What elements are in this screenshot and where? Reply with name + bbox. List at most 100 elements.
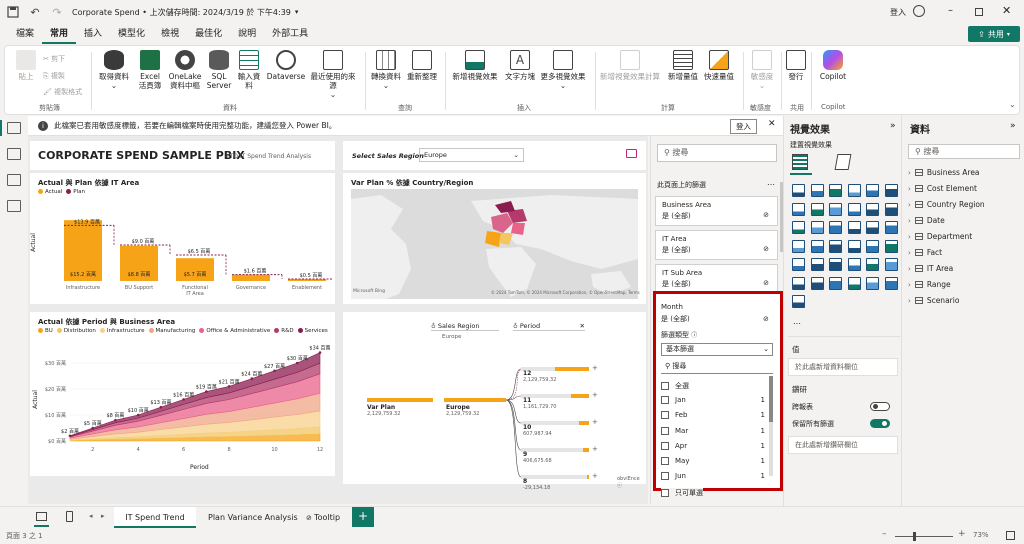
paginated-report-icon[interactable] bbox=[847, 276, 861, 290]
cross-report-toggle[interactable] bbox=[870, 402, 890, 411]
onelake-button[interactable]: OneLake 資料中樞 bbox=[167, 50, 203, 90]
map-icon[interactable] bbox=[884, 221, 898, 234]
save-icon[interactable] bbox=[4, 3, 22, 21]
excel-button[interactable]: Excel 活頁簿 bbox=[135, 50, 165, 90]
python-visual-icon[interactable] bbox=[866, 258, 879, 271]
add-page-button[interactable]: + bbox=[352, 507, 374, 527]
tab-it-spend-trend[interactable]: IT Spend Trend bbox=[114, 507, 196, 529]
total-point[interactable] bbox=[273, 369, 276, 373]
decomp-expand-icon[interactable]: + bbox=[592, 418, 598, 426]
smart-narrative-icon[interactable] bbox=[829, 276, 842, 290]
pie-chart-icon[interactable] bbox=[829, 221, 842, 234]
data-search-box[interactable]: ⚲ 搜尋 bbox=[908, 144, 1020, 159]
decomp-item-bar[interactable] bbox=[571, 394, 589, 398]
filled-map-icon[interactable] bbox=[792, 239, 805, 253]
month-filter-item[interactable]: May 1 bbox=[661, 457, 765, 465]
decomp-item-bar[interactable] bbox=[555, 367, 589, 371]
data-table-item[interactable]: › Fact bbox=[908, 248, 942, 257]
data-table-item[interactable]: › IT Area bbox=[908, 264, 953, 273]
new-visual-calc-button[interactable]: 新增視覺效果計算 bbox=[599, 50, 661, 81]
zoom-slider-thumb[interactable] bbox=[913, 532, 916, 541]
recent-sources-button[interactable]: 最近使用的來源 ⌄ bbox=[307, 50, 359, 99]
filter-card-it-sub-area[interactable]: IT Sub Area 是 (全部) ⊘ bbox=[655, 264, 778, 294]
expand-chevron-icon[interactable]: › bbox=[908, 217, 911, 225]
data-table-item[interactable]: › Country Region bbox=[908, 200, 985, 209]
page-view-icon[interactable] bbox=[36, 512, 47, 521]
data-table-item[interactable]: › Range bbox=[908, 280, 951, 289]
scatter-icon[interactable] bbox=[810, 221, 824, 234]
month-filter-item[interactable]: 全選 bbox=[661, 381, 765, 391]
power-automate-icon[interactable] bbox=[884, 276, 898, 290]
model-view-icon[interactable] bbox=[7, 174, 21, 186]
enter-data-button[interactable]: 輸入資料 bbox=[235, 50, 263, 90]
checkbox[interactable] bbox=[661, 457, 669, 465]
more-visual-icon[interactable] bbox=[792, 295, 805, 308]
month-list-scrollbar[interactable] bbox=[769, 376, 773, 476]
expand-chevron-icon[interactable]: › bbox=[908, 233, 911, 241]
keep-filters-toggle[interactable] bbox=[870, 419, 890, 428]
funnel-icon[interactable] bbox=[792, 221, 805, 234]
decomp-expand-icon[interactable]: + bbox=[592, 445, 598, 453]
dax-query-view-icon[interactable] bbox=[7, 200, 21, 212]
100-column-icon[interactable] bbox=[884, 184, 898, 197]
area-chart-icon[interactable] bbox=[810, 202, 824, 216]
maximize-icon[interactable] bbox=[975, 8, 983, 16]
data-table-item[interactable]: › Scenario bbox=[908, 296, 959, 305]
month-filter-item[interactable]: Apr 1 bbox=[661, 441, 765, 450]
stacked-column-icon[interactable] bbox=[810, 184, 824, 197]
menu-insert[interactable]: 插入 bbox=[76, 24, 110, 44]
total-point[interactable] bbox=[318, 351, 322, 354]
expand-chevron-icon[interactable]: › bbox=[908, 249, 911, 257]
line-chart-icon[interactable] bbox=[792, 202, 805, 216]
checkbox[interactable] bbox=[661, 441, 669, 450]
month-filter-item[interactable]: Jun 1 bbox=[661, 472, 765, 481]
checkbox[interactable] bbox=[661, 411, 669, 420]
zoom-out-icon[interactable]: – bbox=[882, 529, 887, 539]
new-visual-button[interactable]: 新增視覺效果 bbox=[451, 50, 499, 81]
mobile-view-icon[interactable] bbox=[66, 511, 73, 522]
info-close-icon[interactable]: ✕ bbox=[768, 119, 776, 129]
viz-pane-collapse-icon[interactable]: » bbox=[890, 121, 896, 131]
format-visual-tab-icon[interactable] bbox=[834, 154, 852, 170]
multi-row-card-icon[interactable] bbox=[866, 239, 879, 253]
menu-help[interactable]: 說明 bbox=[230, 24, 264, 44]
region-dropdown[interactable]: Europe ⌄ bbox=[419, 148, 524, 162]
data-pane-collapse-icon[interactable]: » bbox=[1010, 121, 1016, 131]
copilot-button[interactable]: Copilot bbox=[817, 50, 849, 81]
table-view-icon[interactable] bbox=[7, 148, 21, 160]
data-table-item[interactable]: › Cost Element bbox=[908, 184, 977, 193]
checkbox[interactable] bbox=[661, 426, 669, 435]
decomp-expand-icon[interactable]: + bbox=[592, 472, 598, 480]
build-visual-tab-icon[interactable] bbox=[792, 154, 808, 170]
account-icon[interactable] bbox=[913, 5, 925, 17]
close-icon[interactable]: ✕ bbox=[1002, 4, 1011, 17]
stacked-bar-icon[interactable] bbox=[792, 184, 805, 197]
expand-chevron-icon[interactable]: › bbox=[908, 297, 911, 305]
tab-tooltip[interactable]: ⊘ Tooltip bbox=[300, 507, 350, 529]
cut-button[interactable]: ✂ 剪下 bbox=[43, 54, 65, 64]
decomp-item-bar[interactable] bbox=[587, 475, 589, 479]
tab-plan-variance[interactable]: Plan Variance Analysis bbox=[198, 507, 308, 529]
redo-icon[interactable]: ↷ bbox=[48, 3, 66, 21]
share-button[interactable]: ⇪ 共用 ▾ bbox=[968, 26, 1020, 42]
more-visuals-button[interactable]: 更多視覺效果 ⌄ bbox=[539, 50, 587, 90]
tab-scroll-left-icon[interactable]: ◂ bbox=[89, 512, 93, 520]
minimize-icon[interactable]: – bbox=[948, 5, 953, 16]
zoom-in-icon[interactable]: + bbox=[958, 529, 966, 539]
total-point[interactable] bbox=[227, 385, 231, 388]
undo-icon[interactable]: ↶ bbox=[26, 3, 44, 21]
publish-button[interactable]: 發行 bbox=[785, 50, 807, 81]
table-visual-icon[interactable] bbox=[810, 258, 824, 271]
sql-server-button[interactable]: SQL Server bbox=[207, 50, 231, 90]
waterfall-icon[interactable] bbox=[884, 202, 898, 216]
power-apps-icon[interactable] bbox=[866, 276, 879, 290]
expand-chevron-icon[interactable]: › bbox=[908, 185, 911, 193]
tab-scroll-right-icon[interactable]: ▸ bbox=[101, 512, 105, 520]
clustered-column-icon[interactable] bbox=[847, 184, 861, 197]
data-table-item[interactable]: › Date bbox=[908, 216, 945, 225]
menu-view[interactable]: 檢視 bbox=[153, 24, 187, 44]
signin-link[interactable]: 登入 bbox=[890, 7, 906, 18]
total-point[interactable] bbox=[182, 398, 185, 401]
total-point[interactable] bbox=[250, 377, 254, 380]
donut-icon[interactable] bbox=[847, 221, 861, 234]
